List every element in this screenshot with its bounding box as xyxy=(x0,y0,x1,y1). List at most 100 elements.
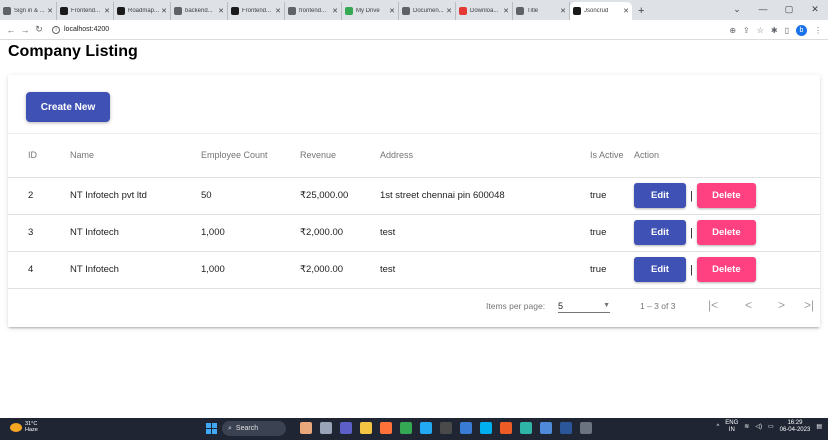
tab-title: Title xyxy=(527,8,539,14)
maximize-icon[interactable]: ▢ xyxy=(776,4,802,15)
browser-tab[interactable]: Downloa... ✕ xyxy=(456,2,513,20)
word-icon[interactable] xyxy=(560,422,572,434)
site-info-icon[interactable]: i xyxy=(52,25,60,34)
zoom-icon[interactable]: ⊕ xyxy=(729,26,736,35)
start-icon[interactable] xyxy=(206,423,217,434)
company-table-card: Create New ID Name Employee Count Revenu… xyxy=(8,75,820,327)
page-size-select[interactable]: 5 ▼ xyxy=(558,299,610,313)
widget-icon[interactable] xyxy=(300,422,312,434)
cell-revenue: ₹2,000.00 xyxy=(300,251,380,289)
search-icon: ⌕ xyxy=(228,424,232,432)
terminal-icon[interactable] xyxy=(440,422,452,434)
app-icon[interactable] xyxy=(520,422,532,434)
notepad-icon[interactable] xyxy=(540,422,552,434)
time: 16:29 xyxy=(787,420,803,426)
cell-id: 4 xyxy=(8,251,70,289)
close-tab-icon[interactable]: ✕ xyxy=(161,7,167,15)
weather-widget[interactable]: 31°C Haze xyxy=(10,421,38,433)
browser-tab[interactable]: Sign in & ... ✕ xyxy=(0,2,57,20)
task-view-icon[interactable] xyxy=(320,422,332,434)
browser-tab[interactable]: Frontend... ✕ xyxy=(228,2,285,20)
cell-name: NT Infotech xyxy=(70,214,201,252)
browser-tab[interactable]: Frontend... ✕ xyxy=(57,2,114,20)
delete-button[interactable]: Delete xyxy=(696,257,756,282)
skype-icon[interactable] xyxy=(480,422,492,434)
firefox-icon[interactable] xyxy=(380,422,392,434)
extensions-icon[interactable]: ✱ xyxy=(771,26,778,35)
last-page-icon[interactable]: >| xyxy=(804,298,814,312)
close-tab-icon[interactable]: ✕ xyxy=(332,7,338,15)
tab-title: Jsoncrud xyxy=(584,8,609,14)
f-icon xyxy=(231,7,239,15)
browser-tab[interactable]: Jsoncrud ✕ xyxy=(570,2,632,20)
close-tab-icon[interactable]: ✕ xyxy=(275,7,281,15)
notification-icon[interactable]: ▤ xyxy=(816,424,822,431)
first-page-icon[interactable]: |< xyxy=(708,298,718,312)
close-tab-icon[interactable]: ✕ xyxy=(623,7,629,15)
close-tab-icon[interactable]: ✕ xyxy=(560,7,566,15)
create-new-button[interactable]: Create New xyxy=(26,92,110,122)
browser-tab[interactable]: Title ✕ xyxy=(513,2,570,20)
browser-tab[interactable]: Documen... ✕ xyxy=(399,2,456,20)
close-window-icon[interactable]: ✕ xyxy=(802,4,828,15)
next-page-icon[interactable]: > xyxy=(778,298,785,312)
edit-button[interactable]: Edit xyxy=(634,220,686,245)
close-tab-icon[interactable]: ✕ xyxy=(389,7,395,15)
page-size-value: 5 xyxy=(558,300,564,311)
cell-is-active: true xyxy=(590,177,634,215)
reload-icon[interactable]: ↻ xyxy=(32,24,46,35)
system-tray: ^ ENG IN ≋ ◁) ▭ 16:29 06-04-2023 ▤ xyxy=(716,420,822,434)
file-explorer-icon[interactable] xyxy=(360,422,372,434)
cell-name: NT Infotech xyxy=(70,251,201,289)
forward-icon[interactable]: → xyxy=(18,25,32,35)
action-separator: | xyxy=(690,263,693,276)
close-tab-icon[interactable]: ✕ xyxy=(104,7,110,15)
close-tab-icon[interactable]: ✕ xyxy=(446,7,452,15)
back-icon[interactable]: ← xyxy=(4,25,18,35)
clock[interactable]: 16:29 06-04-2023 xyxy=(780,420,811,434)
cell-employee-count: 1,000 xyxy=(201,251,300,289)
table-header-row: ID Name Employee Count Revenue Address I… xyxy=(8,134,820,178)
minimize-icon[interactable]: — xyxy=(750,4,776,14)
side-panel-icon[interactable]: ▯ xyxy=(785,26,789,35)
new-tab-button[interactable]: + xyxy=(632,2,650,20)
url-field[interactable]: i localhost:4200 xyxy=(52,25,110,34)
volume-icon[interactable]: ◁) xyxy=(755,424,762,431)
tab-search-icon[interactable]: ⌄ xyxy=(724,4,750,15)
delete-button[interactable]: Delete xyxy=(696,183,756,208)
postman-icon[interactable] xyxy=(500,422,512,434)
close-tab-icon[interactable]: ✕ xyxy=(218,7,224,15)
browser-tab[interactable]: frontend... ✕ xyxy=(285,2,342,20)
chrome-icon[interactable] xyxy=(400,422,412,434)
wifi-icon[interactable]: ≋ xyxy=(744,424,749,431)
delete-button[interactable]: Delete xyxy=(696,220,756,245)
browser-tab[interactable]: My Drive ✕ xyxy=(342,2,399,20)
browser-menu-icon[interactable]: ⋮ xyxy=(814,26,822,35)
show-hidden-icons-icon[interactable]: ^ xyxy=(716,424,719,431)
download-icon xyxy=(459,7,467,15)
battery-icon[interactable]: ▭ xyxy=(768,424,774,431)
browser-tab[interactable]: Roadmap... ✕ xyxy=(114,2,171,20)
close-tab-icon[interactable]: ✕ xyxy=(47,7,53,15)
paginator: Items per page: 5 ▼ 1 – 3 of 3 |< < > >| xyxy=(8,289,820,325)
url-text: localhost:4200 xyxy=(64,26,110,33)
cell-revenue: ₹2,000.00 xyxy=(300,214,380,252)
close-tab-icon[interactable]: ✕ xyxy=(503,7,509,15)
f-icon xyxy=(60,7,68,15)
bookmark-star-icon[interactable]: ☆ xyxy=(757,26,764,35)
profile-avatar[interactable]: b xyxy=(796,24,807,36)
header-id: ID xyxy=(8,134,70,178)
edit-button[interactable]: Edit xyxy=(634,183,686,208)
taskbar-search[interactable]: ⌕ Search xyxy=(222,421,286,436)
previous-page-icon[interactable]: < xyxy=(745,298,752,312)
browser-tab[interactable]: backend... ✕ xyxy=(171,2,228,20)
app-icon[interactable] xyxy=(580,422,592,434)
vscode-icon[interactable] xyxy=(420,422,432,434)
app-icon[interactable] xyxy=(460,422,472,434)
teams-icon[interactable] xyxy=(340,422,352,434)
tab-title: Sign in & ... xyxy=(14,8,45,14)
share-icon[interactable]: ⇪ xyxy=(743,26,750,35)
taskbar: 31°C Haze ⌕ Search ^ ENG IN ≋ ◁) ▭ 16:29… xyxy=(0,418,828,440)
edit-button[interactable]: Edit xyxy=(634,257,686,282)
language-indicator[interactable]: ENG IN xyxy=(725,420,738,434)
